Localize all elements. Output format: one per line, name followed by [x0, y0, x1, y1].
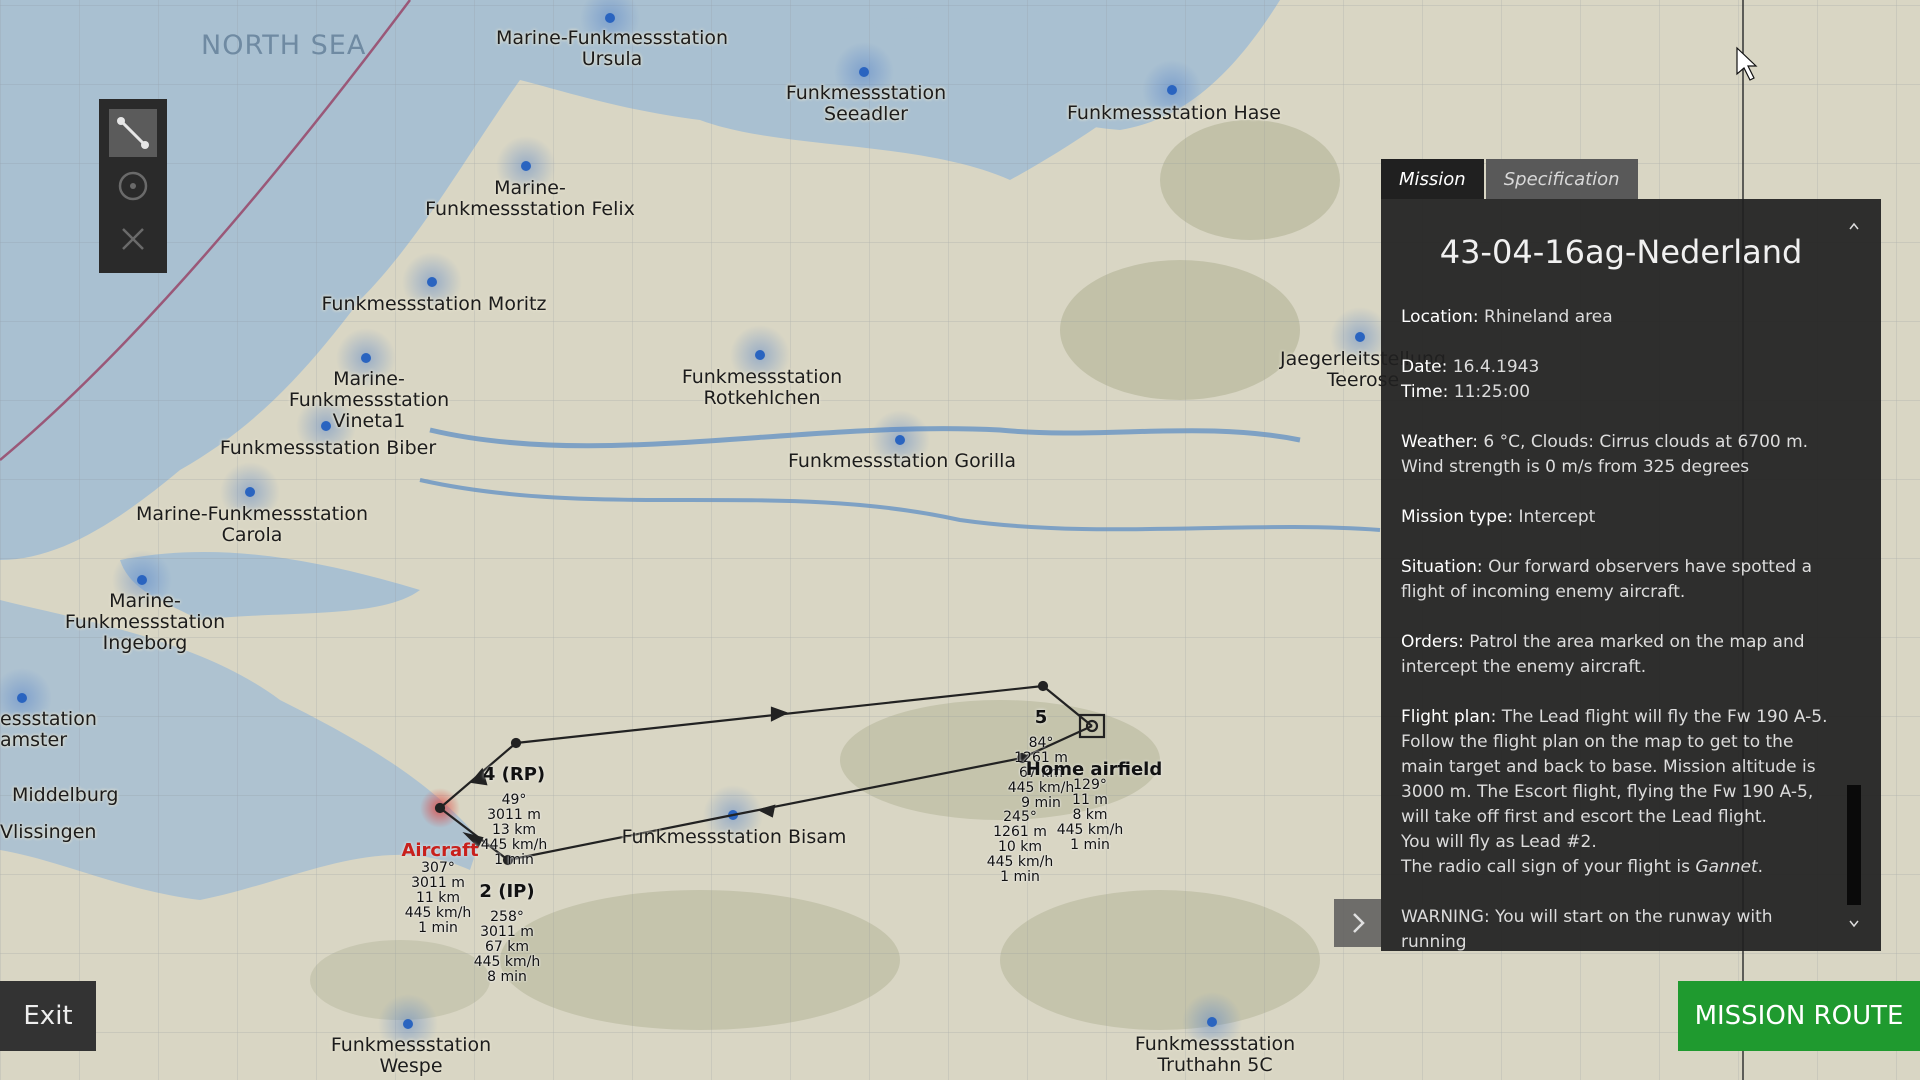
- waypoint-5-label: 5: [1034, 707, 1048, 728]
- circle-target-icon: [118, 171, 148, 201]
- orders-line: Orders: Patrol the area marked on the ma…: [1401, 630, 1841, 680]
- ip-waypoint-info: 258° 3011 m 67 km 445 km/h 8 min: [473, 909, 541, 985]
- aircraft-waypoint-info: 307° 3011 m 11 km 445 km/h 1 min: [404, 860, 472, 936]
- station-label: Marine-Funkmessstation Ursula: [495, 27, 729, 70]
- callsign-value: Gannet: [1695, 857, 1758, 877]
- return-leg-info: 245° 1261 m 10 km 445 km/h 1 min: [986, 809, 1054, 885]
- station-label: Marine- Funkmessstation Ingeborg: [64, 590, 226, 654]
- location-line: Location: Rhineland area: [1401, 305, 1841, 330]
- lead-assignment: You will fly as Lead #2.: [1401, 832, 1597, 852]
- aircraft-waypoint-label: Aircraft: [401, 840, 479, 861]
- panel-expand-button[interactable]: [1334, 899, 1381, 947]
- date-value: 16.4.1943: [1447, 357, 1540, 377]
- flight-plan-key: Flight plan:: [1401, 707, 1497, 727]
- map-toolbox: [99, 99, 167, 273]
- station-label: Funkmessstation Moritz: [321, 293, 547, 315]
- flight-plan-block: Flight plan: The Lead flight will fly th…: [1401, 707, 1828, 877]
- mission-type-value: Intercept: [1513, 507, 1596, 527]
- rp-waypoint-info: 49° 3011 m 13 km 445 km/h 1 min: [480, 792, 548, 868]
- station-label: Funkmessstation Wespe: [330, 1034, 492, 1077]
- station-label: Funkmessstation Gorilla: [787, 450, 1017, 472]
- town-label: Middelburg: [12, 784, 119, 806]
- mission-briefing-panel: 43-04-16ag-Nederland Location: Rhineland…: [1381, 199, 1881, 952]
- exit-button[interactable]: Exit: [0, 981, 96, 1051]
- mission-type-key: Mission type:: [1401, 507, 1514, 527]
- date-time-block: Date: 16.4.1943 Time: 11:25:00: [1401, 355, 1841, 405]
- mission-type-line: Mission type: Intercept: [1401, 505, 1841, 530]
- circle-tool-button[interactable]: [109, 162, 157, 210]
- station-label: Funkmessstation Bisam: [621, 826, 847, 848]
- briefing-scrollbar[interactable]: [1847, 219, 1861, 931]
- time-value: 11:25:00: [1448, 382, 1531, 402]
- scrollbar-thumb[interactable]: [1847, 785, 1861, 905]
- location-value: Rhineland area: [1478, 307, 1613, 327]
- situation-key: Situation:: [1401, 557, 1483, 577]
- scroll-down-icon[interactable]: [1847, 917, 1861, 931]
- sea-label: NORTH SEA: [201, 30, 367, 61]
- chevron-right-icon: [1352, 913, 1365, 933]
- time-key: Time:: [1401, 382, 1449, 402]
- panel-tabs: Mission Specification: [1381, 159, 1640, 199]
- ip-waypoint-label: 2 (IP): [479, 881, 535, 902]
- station-label: Funkmessstation Biber: [219, 437, 437, 459]
- town-label: Vlissingen: [0, 821, 97, 843]
- station-label: Funkmessstation Truthahn 5C: [1134, 1033, 1296, 1076]
- ruler-tool-button[interactable]: [109, 109, 157, 157]
- station-label: Marine- Funkmessstation Felix: [425, 177, 635, 220]
- mission-route-button[interactable]: MISSION ROUTE: [1678, 981, 1920, 1051]
- ruler-icon: [117, 117, 149, 149]
- station-label: Funkmessstation Seeadler: [785, 82, 947, 125]
- orders-key: Orders:: [1401, 632, 1464, 652]
- weather-line: Weather: 6 °C, Clouds: Cirrus clouds at …: [1401, 430, 1841, 480]
- situation-line: Situation: Our forward observers have sp…: [1401, 555, 1841, 605]
- station-label: essstation amster: [0, 708, 97, 751]
- mission-title: 43-04-16ag-Nederland: [1439, 233, 1803, 271]
- weather-key: Weather:: [1401, 432, 1479, 452]
- station-label: Funkmessstation Rotkehlchen: [681, 366, 843, 409]
- callsign-prefix: The radio call sign of your flight is: [1401, 857, 1696, 877]
- tab-specification[interactable]: Specification: [1485, 159, 1638, 199]
- station-label: Marine- Funkmessstation Vineta1: [288, 368, 450, 432]
- station-label: Funkmessstation Hase: [1067, 102, 1281, 124]
- station-label: Marine-Funkmessstation Carola: [135, 503, 369, 546]
- mission-briefing-text: Location: Rhineland area Date: 16.4.1943…: [1401, 305, 1841, 980]
- clear-tool-button[interactable]: [109, 215, 157, 263]
- warning-line: WARNING: You will start on the runway wi…: [1401, 907, 1773, 952]
- scroll-up-icon[interactable]: [1847, 219, 1861, 233]
- tab-mission[interactable]: Mission: [1381, 159, 1484, 199]
- date-key: Date:: [1401, 357, 1448, 377]
- home-airfield-info: 129° 11 m 8 km 445 km/h 1 min: [1056, 777, 1124, 853]
- location-key: Location:: [1401, 307, 1479, 327]
- close-icon: [122, 228, 144, 250]
- rp-waypoint-label: 4 (RP): [482, 764, 546, 785]
